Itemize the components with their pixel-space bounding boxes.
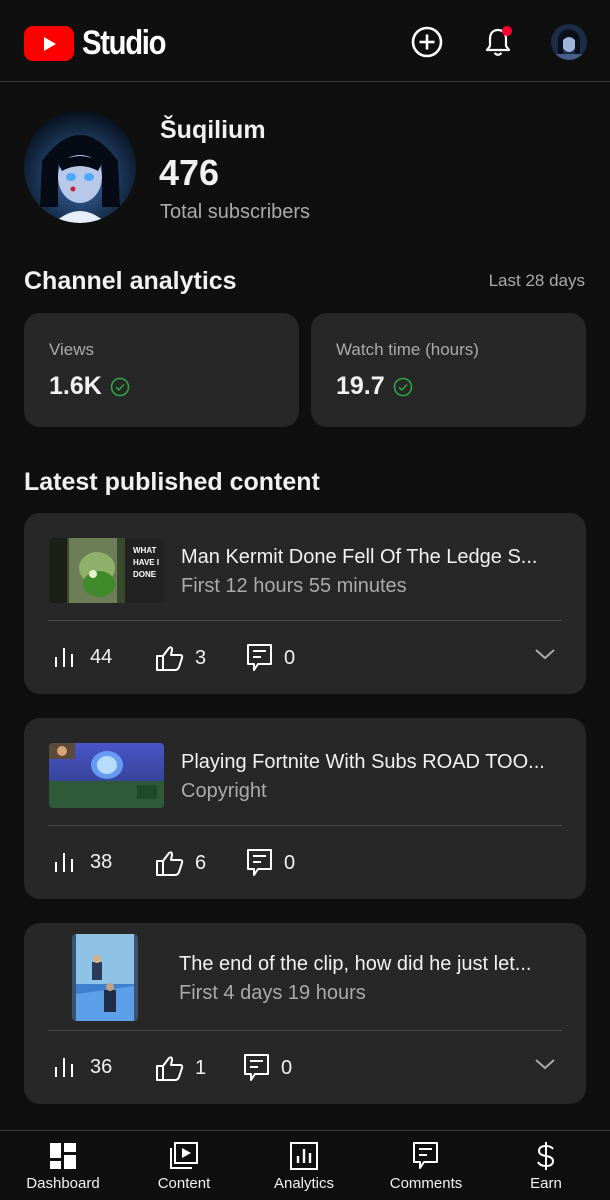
notification-badge [502,26,512,36]
thumbs-up-icon [156,851,184,876]
video-card[interactable]: The end of the clip, how did he just let… [24,923,586,1104]
create-button[interactable] [409,24,445,60]
comments-stat: 0 [246,643,295,673]
video-thumbnail[interactable]: WHAT HAVE I DONE [49,538,164,603]
expand-button[interactable] [534,647,556,666]
watch-time-metric-card[interactable]: Watch time (hours) 19.7 [311,313,586,427]
subscriber-label: Total subscribers [160,201,311,223]
bar-chart-icon [55,648,73,667]
comments-count: 0 [284,646,296,669]
chevron-down-icon [535,1059,555,1070]
check-circle-icon [393,377,413,397]
subscriber-count: 476 [159,152,220,193]
views-count: 36 [90,1055,113,1078]
likes-stat: 6 [155,850,206,876]
chevron-down-icon [535,649,555,660]
content-icon [169,1141,199,1171]
comments-stat: 0 [246,848,295,878]
views-value-row: 1.6K [49,372,130,401]
likes-count: 6 [195,851,207,874]
thumbs-up-icon [156,1056,184,1081]
nav-label: Comments [389,1175,463,1192]
card-divider [48,825,562,826]
video-title[interactable]: Playing Fortnite With Subs ROAD TOO... [181,751,563,774]
nav-label: Content [157,1175,211,1192]
video-card[interactable]: WHAT HAVE I DONE Man Kermit Done Fell Of… [24,513,586,694]
nav-dashboard[interactable]: Dashboard [2,1131,124,1200]
likes-stat: 1 [155,1055,206,1081]
views-count: 44 [90,645,113,668]
likes-count: 1 [195,1056,207,1079]
views-stat: 36 [52,1055,112,1079]
watch-time-label: Watch time (hours) [336,340,479,359]
video-status: First 4 days 19 hours [179,982,366,1004]
views-count: 38 [90,850,113,873]
bar-chart-icon [55,853,73,872]
comments-count: 0 [281,1056,293,1079]
video-status: Copyright [181,780,267,802]
expand-button[interactable] [534,1057,556,1076]
youtube-logo-icon [24,26,74,61]
comment-icon [244,1054,269,1081]
comment-icon [247,849,272,876]
comment-icon [247,644,272,671]
nav-comments[interactable]: Comments [365,1131,487,1200]
video-title[interactable]: Man Kermit Done Fell Of The Ledge S... [181,546,561,569]
video-thumbnail[interactable] [72,934,138,1021]
thumb-caption-line: DONE [133,570,157,579]
analytics-period: Last 28 days [488,271,585,290]
views-metric-card[interactable]: Views 1.6K [24,313,299,427]
channel-name: Šuqilium [160,116,266,144]
nav-label: Earn [530,1175,562,1192]
bar-chart-icon [55,1058,73,1077]
bottom-navigation: Dashboard Content Analytics Comments Ear… [0,1130,610,1200]
views-stat: 44 [52,645,112,669]
nav-earn[interactable]: Earn [485,1131,607,1200]
app-name: Studio [82,24,167,62]
comments-stat: 0 [243,1053,292,1083]
likes-count: 3 [195,646,207,669]
video-title[interactable]: The end of the clip, how did he just let… [179,953,564,976]
account-avatar[interactable] [551,24,587,60]
views-stat: 38 [52,850,112,874]
check-circle-icon [110,377,130,397]
comments-icon [412,1141,440,1171]
dollar-icon [535,1141,557,1171]
analytics-icon [290,1141,318,1171]
studio-logo[interactable]: Studio [24,24,179,63]
nav-content[interactable]: Content [123,1131,245,1200]
dashboard-icon [49,1141,77,1171]
thumb-caption-line: HAVE I [133,558,159,567]
thumb-caption-line: WHAT [133,546,157,555]
views-value: 1.6K [49,372,102,400]
thumbs-up-icon [156,646,184,671]
nav-label: Dashboard [26,1175,100,1192]
watch-time-value: 19.7 [336,372,385,400]
views-label: Views [49,340,95,359]
latest-content-title: Latest published content [24,468,320,496]
channel-analytics-title: Channel analytics [24,267,237,295]
watch-time-value-row: 19.7 [336,372,413,401]
nav-analytics[interactable]: Analytics [243,1131,365,1200]
video-status: First 12 hours 55 minutes [181,575,407,597]
card-divider [48,620,562,621]
video-card[interactable]: Playing Fortnite With Subs ROAD TOO... C… [24,718,586,899]
nav-label: Analytics [273,1175,335,1192]
create-icon [411,26,443,58]
app-header: Studio [0,0,610,82]
video-thumbnail[interactable] [49,743,164,808]
likes-stat: 3 [155,645,206,671]
notifications-button[interactable] [480,24,516,60]
card-divider [48,1030,562,1031]
channel-avatar[interactable] [24,111,136,223]
comments-count: 0 [284,851,296,874]
